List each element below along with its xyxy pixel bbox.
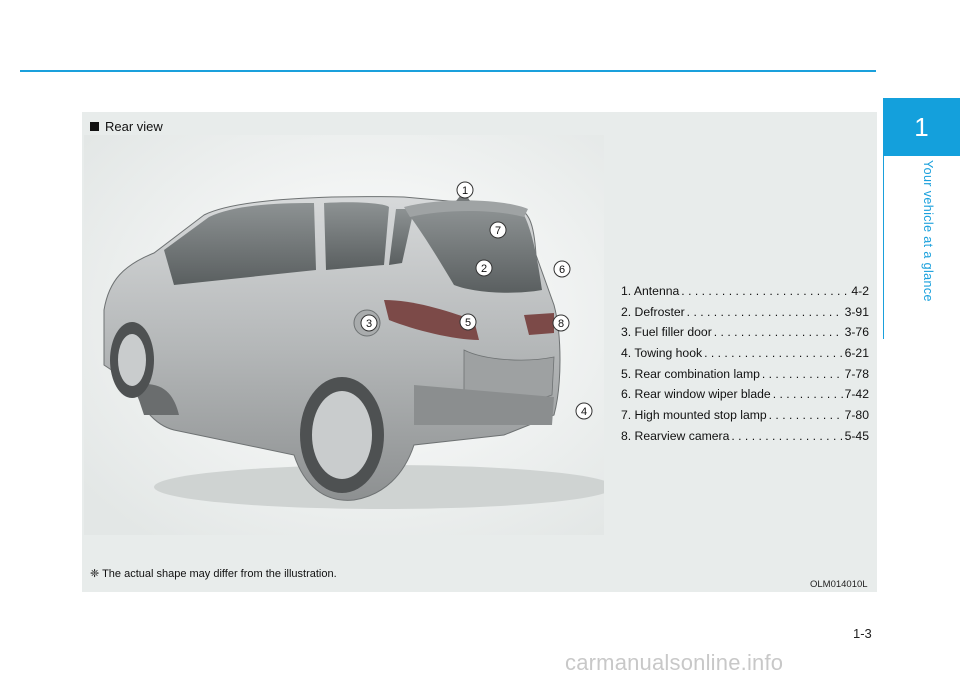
callout-2: 2 [475, 259, 493, 277]
item-page: 7-78 [844, 366, 869, 381]
callout-8: 8 [552, 314, 570, 332]
item-label: 7. High mounted stop lamp [621, 408, 767, 423]
list-item: 2. Defroster 3-91 [621, 305, 869, 326]
svg-text:8: 8 [558, 318, 564, 330]
item-page: 6-21 [844, 346, 869, 361]
leader-dots [773, 387, 843, 401]
item-page: 7-42 [844, 387, 869, 402]
figure-code: OLM014010L [810, 579, 868, 590]
item-page: 3-91 [844, 304, 869, 319]
chapter-title: Your vehicle at a glance [921, 160, 935, 302]
list-item: 3. Fuel filler door 3-76 [621, 325, 869, 346]
list-item: 7. High mounted stop lamp 7-80 [621, 408, 869, 429]
svg-text:3: 3 [366, 318, 372, 330]
item-label: 2. Defroster [621, 304, 685, 319]
page-number: 1-3 [853, 626, 872, 641]
square-bullet-icon [90, 122, 99, 131]
item-label: 3. Fuel filler door [621, 325, 712, 340]
rear-wheel-rim [312, 391, 372, 479]
leader-dots [731, 429, 842, 443]
callout-4: 4 [575, 402, 593, 420]
section-title-text: Rear view [105, 119, 163, 134]
top-rule [20, 70, 876, 72]
item-page: 5-45 [844, 428, 869, 443]
car-rear-illustration: 1 7 2 6 3 5 8 4 [84, 135, 604, 535]
item-label: 8. Rearview camera [621, 428, 730, 443]
list-item: 6. Rear window wiper blade 7-42 [621, 387, 869, 408]
item-label: 4. Towing hook [621, 346, 703, 361]
svg-text:2: 2 [481, 263, 487, 275]
callout-3: 3 [360, 314, 378, 332]
svg-text:6: 6 [559, 264, 565, 276]
leader-dots [714, 325, 843, 339]
list-item: 8. Rearview camera 5-45 [621, 429, 869, 450]
leader-dots [769, 408, 843, 422]
callout-5: 5 [459, 313, 477, 331]
leader-dots [681, 284, 849, 298]
item-page: 3-76 [844, 325, 869, 340]
component-list: 1. Antenna 4-2 2. Defroster 3-91 3. Fuel f… [621, 284, 869, 450]
section-title: Rear view [90, 119, 163, 134]
item-page: 7-80 [844, 408, 869, 423]
illustration-note: ❈ The actual shape may differ from the i… [90, 568, 337, 580]
front-wheel-rim [118, 334, 146, 386]
svg-text:1: 1 [462, 185, 468, 197]
callout-6: 6 [553, 260, 571, 278]
callout-1: 1 [456, 181, 474, 199]
callout-7: 7 [489, 221, 507, 239]
leader-dots [762, 367, 843, 381]
svg-text:4: 4 [581, 406, 587, 418]
rear-lamp-right [524, 313, 554, 335]
item-label: 6. Rear window wiper blade [621, 387, 771, 402]
item-label: 5. Rear combination lamp [621, 366, 760, 381]
svg-text:5: 5 [465, 317, 471, 329]
chapter-side-label: Your vehicle at a glance [921, 160, 941, 340]
item-page: 4-2 [851, 284, 869, 298]
watermark-link[interactable]: carmanualsonline.info [565, 650, 783, 676]
item-label: 1. Antenna [621, 284, 680, 298]
leader-dots [687, 305, 843, 319]
svg-text:7: 7 [495, 225, 501, 237]
list-item: 4. Towing hook 6-21 [621, 346, 869, 367]
list-item: 5. Rear combination lamp 7-78 [621, 367, 869, 388]
rear-side-window [324, 202, 389, 270]
list-item: 1. Antenna 4-2 [621, 284, 869, 305]
leader-dots [704, 346, 843, 360]
chapter-number-tab: 1 [883, 98, 960, 156]
